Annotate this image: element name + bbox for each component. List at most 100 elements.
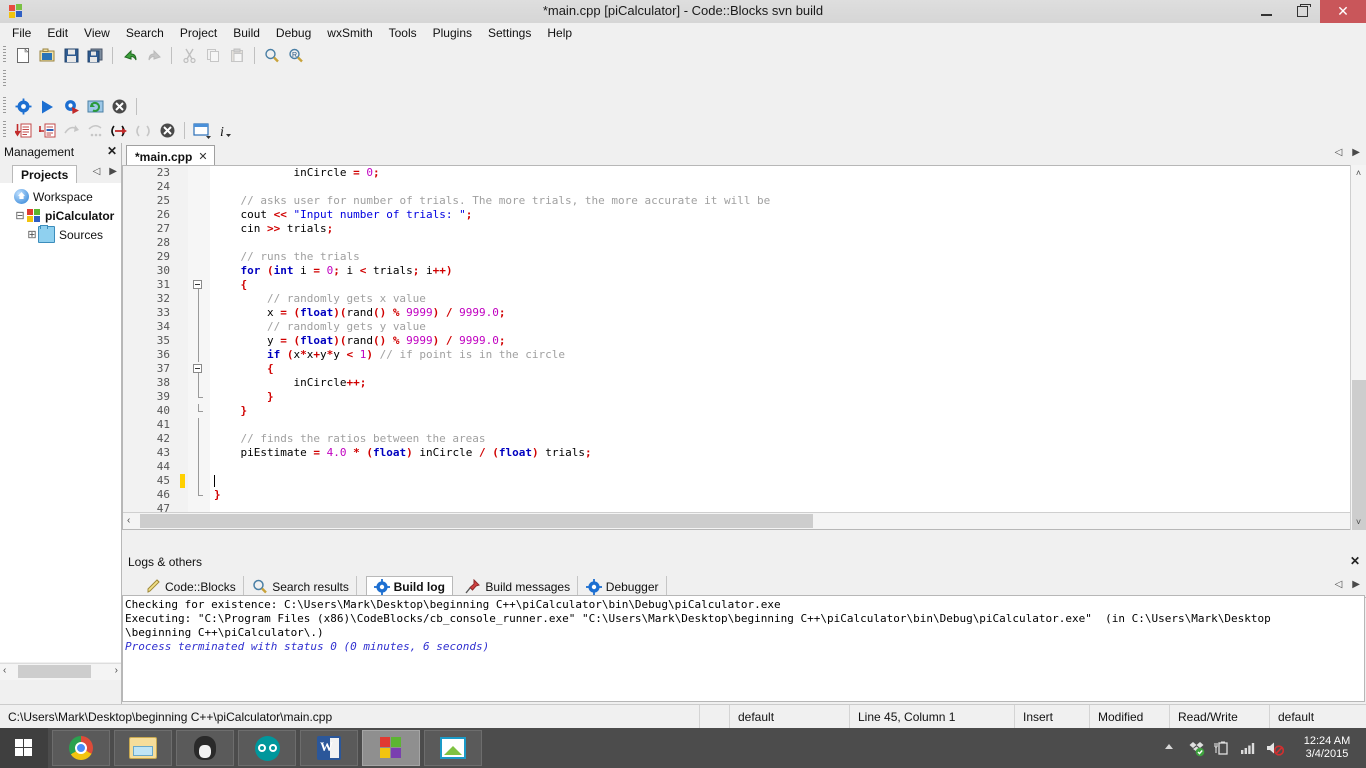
scrollbar-thumb[interactable]: [1352, 380, 1366, 530]
code-line[interactable]: [210, 474, 1366, 488]
menu-item-search[interactable]: Search: [118, 24, 172, 42]
taskbar-item-word[interactable]: [300, 730, 358, 766]
show-hidden-icons-arrow[interactable]: [1162, 740, 1179, 757]
code-line[interactable]: // asks user for number of trials. The m…: [210, 194, 1366, 208]
log-tab-build-log[interactable]: Build log: [366, 576, 453, 597]
editor-tab-main-cpp[interactable]: *main.cpp ✕: [126, 145, 215, 165]
run-icon[interactable]: [36, 96, 58, 117]
maximize-button[interactable]: [1284, 0, 1320, 23]
tree-item-sources[interactable]: ⊞Sources: [0, 225, 121, 244]
code-line[interactable]: // randomly gets x value: [210, 292, 1366, 306]
save-all-icon[interactable]: [84, 45, 106, 66]
find-icon[interactable]: [261, 45, 283, 66]
scroll-right-icon[interactable]: ›: [115, 665, 118, 676]
build-log-output[interactable]: Checking for existence: C:\Users\Mark\De…: [122, 595, 1365, 702]
code-line[interactable]: {: [210, 362, 1366, 376]
code-line[interactable]: // finds the ratios between the areas: [210, 432, 1366, 446]
code-line[interactable]: y = (float)(rand() % 9999) / 9999.0;: [210, 334, 1366, 348]
scroll-left-icon[interactable]: ‹: [127, 515, 130, 526]
volume-muted-icon[interactable]: [1266, 740, 1283, 757]
wifi-icon[interactable]: [1240, 740, 1257, 757]
step-out-icon[interactable]: [108, 120, 130, 141]
code-text[interactable]: inCircle = 0; // asks user for number of…: [210, 166, 1366, 529]
tab-next-icon[interactable]: ▶: [109, 166, 117, 177]
tree-expander[interactable]: ⊞: [26, 228, 38, 241]
code-line[interactable]: }: [210, 488, 1366, 502]
build-icon[interactable]: [12, 96, 34, 117]
menu-item-build[interactable]: Build: [225, 24, 268, 42]
toolbar-grip[interactable]: [3, 70, 6, 87]
scroll-up-icon[interactable]: ˄: [1351, 165, 1366, 181]
menu-item-tools[interactable]: Tools: [381, 24, 425, 42]
start-button[interactable]: [0, 728, 48, 768]
scrollbar-thumb[interactable]: [140, 514, 813, 528]
build-and-run-icon[interactable]: [60, 96, 82, 117]
run-to-cursor-icon[interactable]: [36, 120, 58, 141]
project-tree[interactable]: Workspace⊟piCalculator⊞Sources: [0, 183, 121, 662]
tab-prev-icon[interactable]: ◁: [93, 166, 101, 177]
toolbar-grip[interactable]: [3, 97, 6, 114]
menu-item-edit[interactable]: Edit: [39, 24, 76, 42]
new-file-icon[interactable]: [12, 45, 34, 66]
editor-body[interactable]: 2324252627282930313233343536373839404142…: [122, 165, 1366, 530]
taskbar-clock[interactable]: 12:24 AM 3/4/2015: [1296, 735, 1358, 761]
tree-item-picalculator[interactable]: ⊟piCalculator: [0, 206, 121, 225]
menu-item-settings[interactable]: Settings: [480, 24, 539, 42]
code-line[interactable]: [210, 236, 1366, 250]
scrollbar-thumb[interactable]: [18, 665, 91, 678]
code-view[interactable]: 2324252627282930313233343536373839404142…: [123, 166, 1366, 529]
menu-item-file[interactable]: File: [4, 24, 39, 42]
code-line[interactable]: }: [210, 390, 1366, 404]
scroll-left-icon[interactable]: ‹: [3, 665, 6, 676]
code-line[interactable]: [210, 180, 1366, 194]
code-line[interactable]: for (int i = 0; i < trials; i++): [210, 264, 1366, 278]
code-line[interactable]: if (x*x+y*y < 1) // if point is in the c…: [210, 348, 1366, 362]
editor-hscrollbar[interactable]: ‹ ›: [123, 512, 1366, 529]
find-replace-icon[interactable]: R: [285, 45, 307, 66]
tab-projects[interactable]: Projects: [12, 165, 77, 185]
taskbar-item-penguin-app[interactable]: [176, 730, 234, 766]
abort-icon[interactable]: [108, 96, 130, 117]
menu-item-help[interactable]: Help: [539, 24, 580, 42]
tree-item-workspace[interactable]: Workspace: [0, 187, 121, 206]
management-hscrollbar[interactable]: ‹ ›: [0, 663, 121, 680]
menu-item-project[interactable]: Project: [172, 24, 225, 42]
log-tab-search-results[interactable]: Search results: [245, 576, 357, 597]
taskbar-item-arduino[interactable]: [238, 730, 296, 766]
log-tab-debugger[interactable]: Debugger: [579, 576, 667, 597]
editor-vscrollbar[interactable]: ˄ ˅: [1350, 165, 1366, 530]
close-icon[interactable]: ✕: [1350, 554, 1360, 568]
code-line[interactable]: {: [210, 278, 1366, 292]
tree-expander[interactable]: ⊟: [14, 209, 26, 222]
code-line[interactable]: // runs the trials: [210, 250, 1366, 264]
menu-item-view[interactable]: View: [76, 24, 118, 42]
debugging-info-icon[interactable]: i: [215, 120, 237, 141]
debug-continue-icon[interactable]: [12, 120, 34, 141]
undo-icon[interactable]: [119, 45, 141, 66]
code-line[interactable]: }: [210, 404, 1366, 418]
code-line[interactable]: x = (float)(rand() % 9999) / 9999.0;: [210, 306, 1366, 320]
code-line[interactable]: [210, 460, 1366, 474]
rebuild-icon[interactable]: [84, 96, 106, 117]
close-icon[interactable]: ✕: [107, 144, 117, 158]
scroll-down-icon[interactable]: ˅: [1351, 514, 1366, 530]
save-icon[interactable]: [60, 45, 82, 66]
code-line[interactable]: [210, 418, 1366, 432]
taskbar-item-file-explorer[interactable]: [114, 730, 172, 766]
debug-windows-icon[interactable]: [191, 120, 213, 141]
fold-cell[interactable]: [188, 362, 210, 376]
fold-margin[interactable]: [188, 166, 210, 529]
fold-collapse-icon[interactable]: [193, 364, 202, 373]
menu-item-plugins[interactable]: Plugins: [425, 24, 480, 42]
fold-cell[interactable]: [188, 278, 210, 292]
toolbar-grip[interactable]: [3, 46, 6, 63]
close-button[interactable]: ✕: [1320, 0, 1366, 23]
tab-next-icon[interactable]: ▶: [1352, 147, 1360, 158]
code-line[interactable]: // randomly gets y value: [210, 320, 1366, 334]
taskbar-item-codeblocks[interactable]: [362, 730, 420, 766]
log-tab-build-messages[interactable]: Build messages: [458, 576, 578, 597]
minimize-button[interactable]: [1248, 0, 1284, 23]
fold-collapse-icon[interactable]: [193, 280, 202, 289]
taskbar-item-chrome[interactable]: [52, 730, 110, 766]
stop-debugger-icon[interactable]: [156, 120, 178, 141]
